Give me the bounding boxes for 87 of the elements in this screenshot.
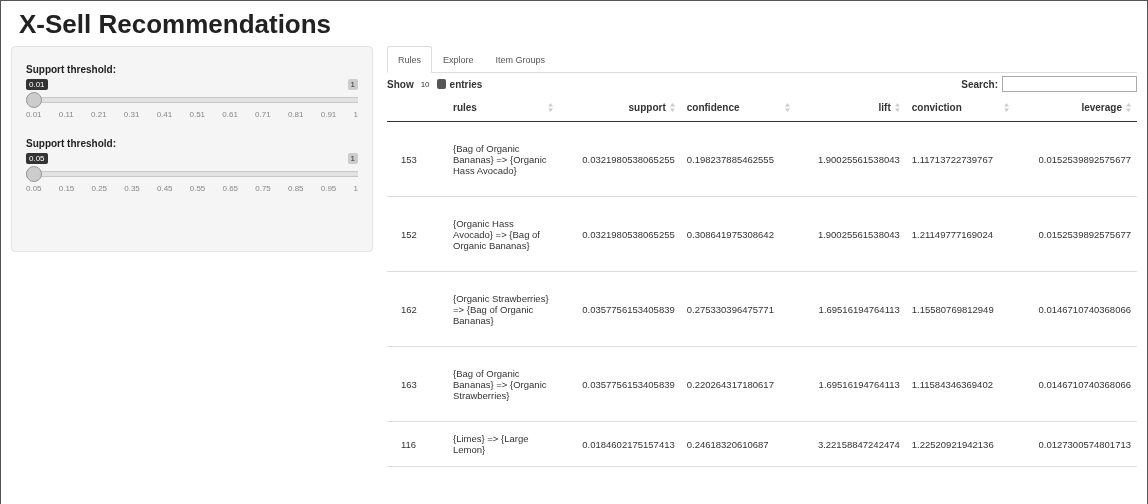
table-cell: 0.24618320610687 [680,421,797,467]
sort-icon[interactable] [1004,103,1010,112]
sort-icon[interactable] [1126,103,1131,112]
tick-label: 1 [353,110,358,119]
column-header[interactable]: support [628,102,666,113]
sort-icon[interactable] [894,103,900,112]
slider-value: 0.05 [26,153,48,164]
table-cell: 3.22158847242474 [796,421,906,467]
table-cell: 0.0152539892575677 [1015,196,1137,272]
tick-label: 0.11 [58,110,74,119]
tick-label: 0.55 [189,184,206,193]
table-cell: 1.15580769812949 [905,271,1016,347]
search-label: Search: [961,78,998,90]
tab[interactable]: Explore [432,46,485,72]
table-cell: {Organic Strawberries} => {Bag of Organic Bananas} [447,271,559,347]
table-cell: 1.69516194764113 [796,346,906,422]
tick-label: 0.25 [91,184,108,193]
tick-label: 0.95 [320,184,337,193]
tick-label: 0.05 [26,184,42,193]
table-cell: 0.0357756153405839 [559,346,681,422]
table-cell: 1.90025561538043 [796,121,906,197]
tick-label: 0.15 [58,184,75,193]
column-header[interactable]: conviction [911,102,962,113]
tick-label: 0.81 [287,110,304,119]
tick-label: 0.41 [156,110,173,119]
tick-label: 0.65 [222,184,239,193]
tab[interactable]: Rules [387,46,432,73]
tick-label: 0.31 [123,110,140,119]
table-cell: 0.198237885462555 [680,121,797,197]
column-header[interactable]: confidence [686,102,740,113]
tick-label: 0.91 [320,110,337,119]
table-cell: 1.90025561538043 [796,196,906,272]
row-index: 162 [387,271,447,347]
column-header[interactable]: leverage [1081,102,1122,113]
entries-label: entries [449,78,483,90]
row-index: 153 [387,121,447,197]
slider-label: Support threshold: [26,138,116,149]
show-label: Show [387,78,414,90]
table-cell: 1.11713722739767 [905,121,1016,197]
table-cell: 0.220264317180617 [680,346,797,422]
table-cell: {Bag of Organic Bananas} => {Organic Strawberries} [447,346,559,422]
tick-label: 0.01 [26,110,42,119]
sort-icon[interactable] [785,103,791,112]
slider-value: 0.01 [26,79,48,90]
table-cell: 0.275330396475771 [680,271,797,347]
table-cell: 0.0321980538065255 [559,121,681,197]
row-index: 116 [387,421,447,467]
table-cell: 0.0146710740368066 [1015,271,1137,347]
table-cell: 0.308641975308642 [680,196,797,272]
sort-icon[interactable] [548,103,553,112]
page-title: X-Sell Recommendations [19,9,333,40]
table-cell: 1.21149777169024 [905,196,1016,272]
slider-max-label: 1 [347,79,358,90]
table-cell: 1.11584346369402 [905,346,1016,422]
tick-label: 0.61 [222,110,238,119]
sort-icon[interactable] [669,103,675,112]
table-cell: {Bag of Organic Bananas} => {Organic Hass Avocado} [447,121,559,197]
tick-label: 0.75 [255,184,271,193]
tick-label: 0.71 [255,110,271,119]
column-header[interactable]: lift [878,102,891,113]
tick-label: 0.85 [288,184,304,193]
select-icon [436,79,446,89]
entries-select[interactable]: 10 [417,79,433,89]
row-index: 152 [387,196,447,272]
table-cell: 0.0321980538065255 [559,196,681,272]
search-field[interactable] [1002,76,1137,92]
tick-label: 0.51 [189,110,206,119]
tick-label: 0.45 [157,184,173,193]
table-cell: {Organic Hass Avocado} => {Bag of Organic Bananas} [447,196,559,272]
table-cell: 0.0357756153405839 [559,271,681,347]
row-index: 163 [387,346,447,422]
slider-thumb[interactable] [26,166,42,182]
tick-label: 0.35 [124,184,140,193]
slider-thumb[interactable] [26,92,42,108]
tick-label: 0.21 [91,110,107,119]
table-cell: 0.0127300574801713 [1015,421,1137,467]
slider-label: Support threshold: [26,64,116,75]
table-cell: 0.0146710740368066 [1015,346,1137,422]
table-cell: 0.0152539892575677 [1015,121,1137,197]
table-cell: {Limes} => {Large Lemon} [447,421,559,467]
table-cell: 1.22520921942136 [905,421,1016,467]
slider-max-label: 1 [347,153,358,164]
tick-label: 1 [353,184,358,193]
table-cell: 0.0184602175157413 [559,421,681,467]
tab[interactable]: Item Groups [484,46,557,72]
table-cell: 1.69516194764113 [796,271,906,347]
column-header[interactable]: rules [453,102,477,113]
